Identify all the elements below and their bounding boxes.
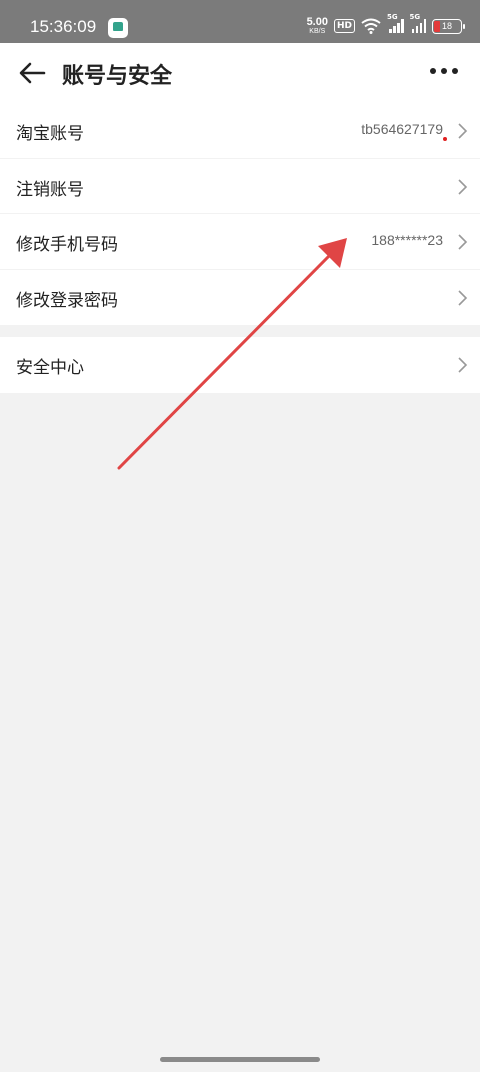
- hd-icon: HD: [333, 19, 355, 33]
- more-dots-icon[interactable]: [430, 68, 458, 74]
- security-list: 安全中心: [0, 337, 480, 393]
- arrow-left-icon[interactable]: [16, 59, 48, 87]
- row-change-phone[interactable]: 修改手机号码 188******23: [0, 214, 480, 270]
- battery-level: 18: [441, 21, 452, 31]
- row-label: 修改登录密码: [16, 290, 118, 311]
- app-notification-icon: [108, 18, 128, 38]
- red-dot-badge: [443, 137, 447, 141]
- home-indicator[interactable]: [160, 1057, 320, 1062]
- account-settings-list: 淘宝账号 tb564627179 注销账号 修改手机号码 188******23…: [0, 103, 480, 325]
- status-bar: 15:36:09 5.00 KB/S HD 5G 5G 18: [0, 0, 480, 43]
- battery-icon: 18: [432, 18, 465, 34]
- network-speed-unit: KB/S: [309, 28, 326, 35]
- battery-fill: [434, 20, 440, 32]
- row-label: 安全中心: [16, 358, 84, 378]
- row-change-password[interactable]: 修改登录密码: [0, 270, 480, 326]
- row-label: 注销账号: [16, 179, 84, 200]
- chevron-right-icon: [458, 357, 468, 373]
- chevron-right-icon: [458, 123, 468, 139]
- row-label: 淘宝账号: [16, 124, 84, 144]
- signal-1-label: 5G: [387, 13, 398, 21]
- page-title: 账号与安全: [62, 64, 173, 89]
- status-indicators: 5.00 KB/S HD 5G 5G 18: [306, 13, 465, 37]
- row-security-center[interactable]: 安全中心: [0, 337, 480, 393]
- phone-number-value: 188******23: [371, 232, 443, 248]
- signal-2-label: 5G: [409, 13, 421, 21]
- row-label: 修改手机号码: [16, 235, 118, 255]
- wifi-icon: [361, 18, 381, 34]
- row-taobao-account[interactable]: 淘宝账号 tb564627179: [0, 103, 480, 159]
- chevron-right-icon: [458, 289, 468, 306]
- chevron-right-icon: [458, 234, 468, 250]
- nav-bar: 账号与安全: [0, 43, 480, 103]
- signal-icon-1: 5G: [387, 13, 404, 33]
- network-speed: 5.00 KB/S: [306, 16, 328, 36]
- taobao-account-value: tb564627179: [361, 121, 443, 137]
- signal-icon-2: 5G: [410, 13, 426, 33]
- status-time: 15:36:09: [30, 17, 97, 36]
- chevron-right-icon: [458, 178, 468, 195]
- network-speed-value: 5.00: [306, 16, 328, 28]
- row-cancel-account[interactable]: 注销账号: [0, 159, 480, 214]
